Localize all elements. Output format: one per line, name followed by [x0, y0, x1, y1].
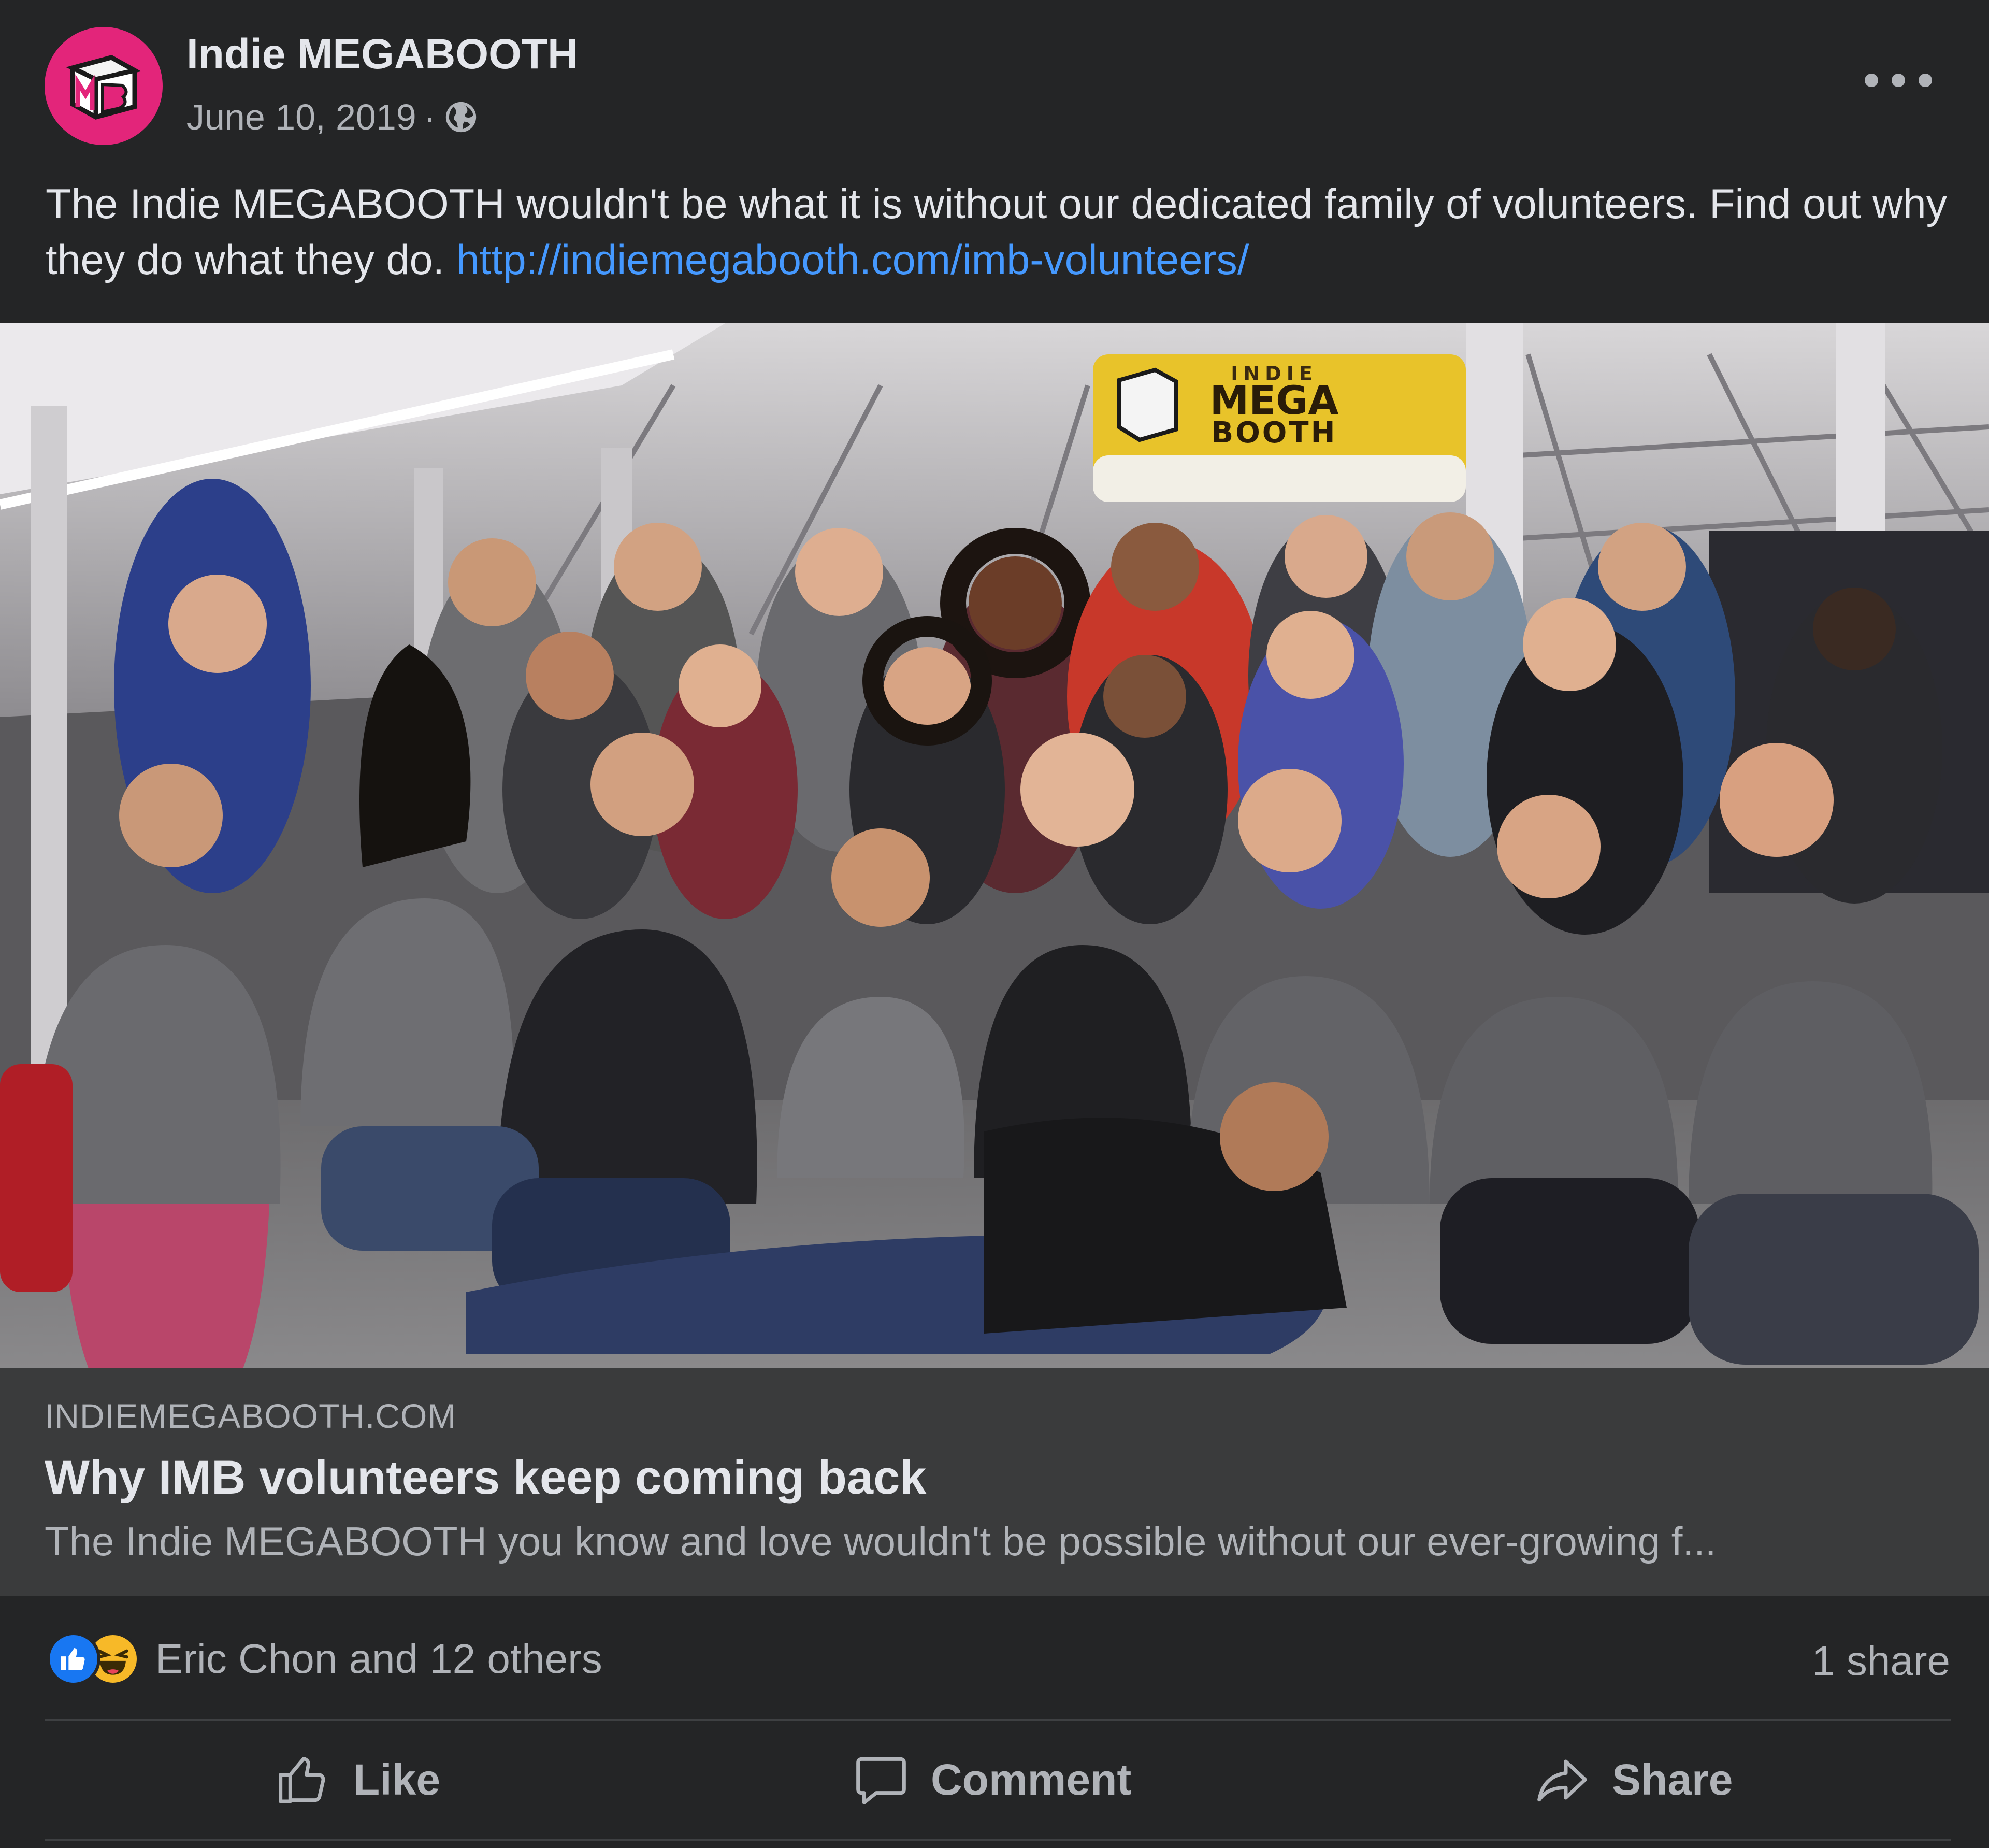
share-count[interactable]: 1 share — [1812, 1637, 1950, 1685]
comment-icon — [856, 1757, 906, 1804]
like-label: Like — [353, 1755, 441, 1804]
meta-separator: · — [423, 97, 436, 137]
link-preview-card[interactable]: INDIEMEGABOOTH.COM Why IMB volunteers ke… — [0, 1368, 1989, 1596]
post-date[interactable]: June 10, 2019 — [186, 96, 416, 138]
preview-domain: INDIEMEGABOOTH.COM — [45, 1397, 457, 1435]
reactions-text[interactable]: Eric Chon and 12 others — [155, 1635, 602, 1683]
share-arrow-icon — [1537, 1759, 1587, 1802]
globe-icon — [445, 102, 477, 133]
preview-title[interactable]: Why IMB volunteers keep coming back — [45, 1451, 926, 1505]
post-link[interactable]: http://indiemegabooth.com/imb-volunteers… — [456, 237, 1249, 283]
page-avatar[interactable] — [45, 27, 163, 145]
thumbs-up-icon — [279, 1756, 325, 1803]
indie-megabooth-logo-icon — [66, 55, 141, 120]
share-label: Share — [1612, 1755, 1733, 1804]
divider-top — [45, 1719, 1951, 1721]
group-photo-illustration: INDIE MEGA BOOTH — [0, 323, 1989, 1368]
share-button[interactable]: Share — [1533, 1741, 1733, 1818]
comment-button[interactable]: Comment — [852, 1741, 1131, 1818]
like-button[interactable]: Like — [275, 1741, 440, 1818]
post-meta: June 10, 2019 · — [186, 96, 479, 138]
reactions-summary[interactable]: Eric Chon and 12 others — [47, 1632, 602, 1686]
page-name[interactable]: Indie MEGABOOTH — [186, 30, 578, 79]
comment-label: Comment — [931, 1755, 1132, 1804]
preview-description: The Indie MEGABOOTH you know and love wo… — [45, 1518, 1717, 1564]
like-reaction-icon — [47, 1632, 100, 1686]
post-photo[interactable]: INDIE MEGA BOOTH — [0, 323, 1989, 1368]
more-options-icon[interactable] — [1865, 62, 1932, 98]
post-text: The Indie MEGABOOTH wouldn't be what it … — [46, 176, 1957, 288]
megabooth-banner: INDIE MEGA BOOTH — [1093, 354, 1466, 502]
banner-text-booth: BOOTH — [1212, 416, 1337, 450]
divider-bottom — [45, 1839, 1951, 1841]
facebook-post: Indie MEGABOOTH June 10, 2019 · The Indi… — [0, 0, 1989, 1848]
